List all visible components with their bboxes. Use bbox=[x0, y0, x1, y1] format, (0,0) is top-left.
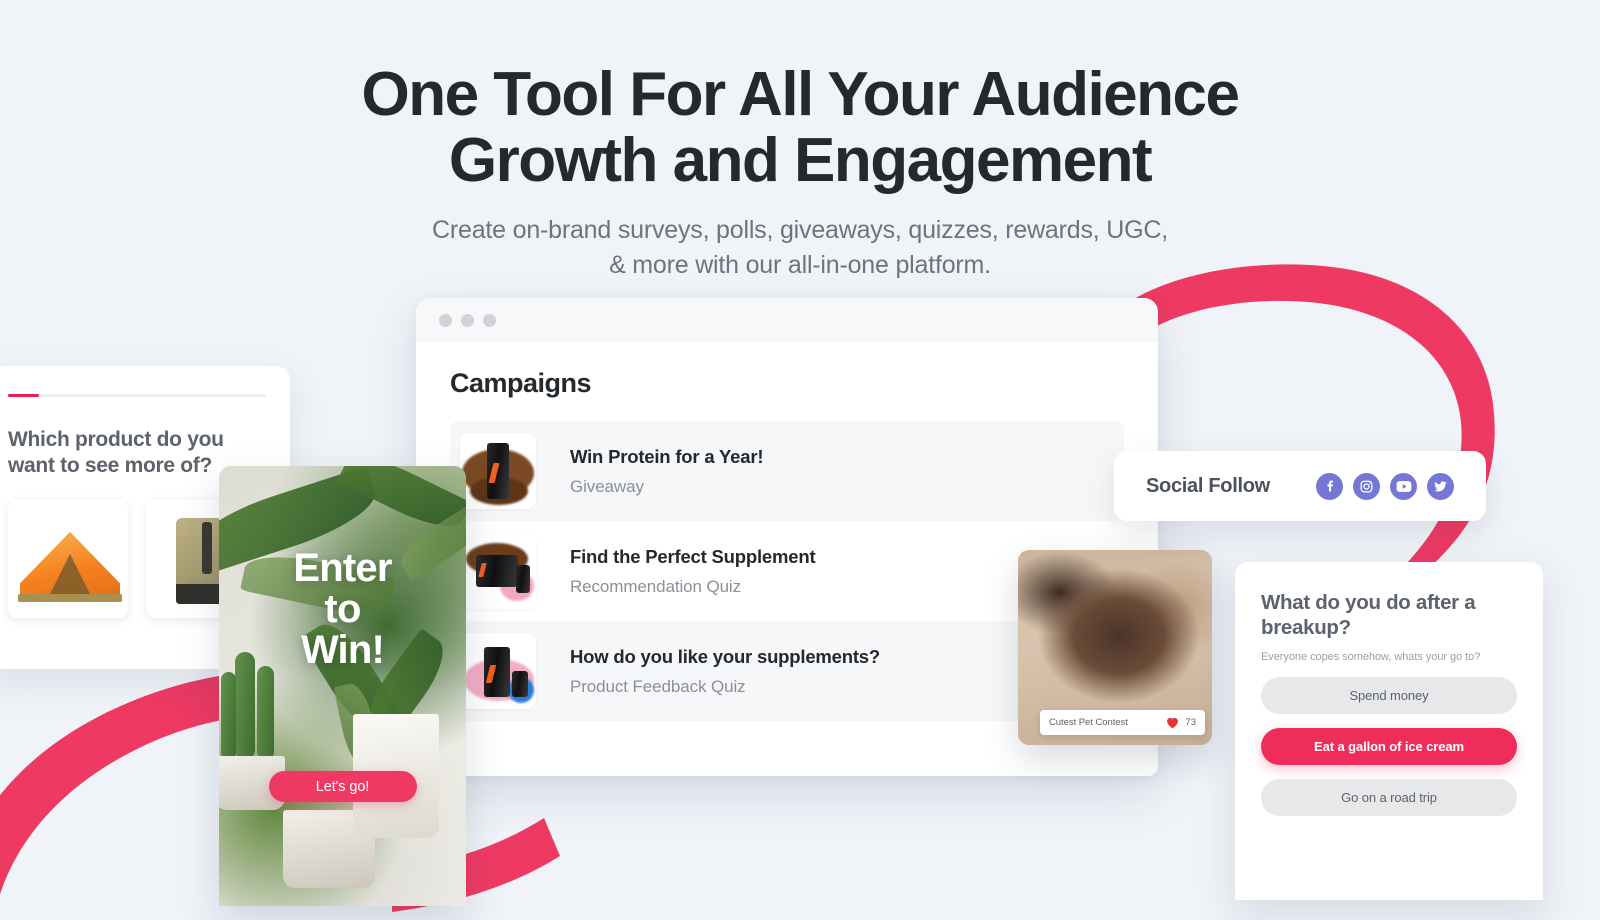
tent-base-icon bbox=[18, 593, 122, 602]
campaign-type: Product Feedback Quiz bbox=[570, 676, 746, 696]
campaign-thumbnail-ammo-pack bbox=[460, 533, 536, 609]
heart-icon bbox=[1167, 717, 1179, 728]
social-follow-card: Social Follow bbox=[1114, 451, 1486, 521]
lets-go-button[interactable]: Let's go! bbox=[268, 771, 417, 802]
breakup-quiz-option-3[interactable]: Go on a road trip bbox=[1261, 779, 1517, 816]
campaign-type: Giveaway bbox=[570, 476, 644, 496]
poll-progress-bar bbox=[8, 394, 266, 397]
instagram-icon[interactable] bbox=[1353, 472, 1380, 500]
giveaway-headline-line-2: to bbox=[324, 586, 361, 631]
pet-contest-likes[interactable]: 73 bbox=[1166, 717, 1196, 729]
browser-title-bar bbox=[416, 298, 1158, 342]
page-subtitle: Create on-brand surveys, polls, giveaway… bbox=[0, 213, 1600, 282]
giveaway-headline: Enter to Win! bbox=[219, 548, 466, 670]
campaign-name: How do you like your supplements? bbox=[570, 645, 880, 667]
subhead-line-2: & more with our all-in-one platform. bbox=[609, 250, 991, 279]
campaign-row-1[interactable]: Win Protein for a Year! Giveaway bbox=[450, 421, 1124, 521]
social-follow-title: Social Follow bbox=[1146, 474, 1270, 497]
campaign-text-2: Find the Perfect Supplement Recommendati… bbox=[570, 545, 816, 597]
headline-line-2: Growth and Engagement bbox=[448, 125, 1153, 195]
campaign-thumbnail-protein-tub bbox=[460, 433, 536, 509]
breakup-quiz-option-2[interactable]: Eat a gallon of ice cream bbox=[1261, 728, 1517, 765]
campaign-text-3: How do you like your supplements? Produc… bbox=[570, 646, 880, 697]
backpack-strap-icon bbox=[202, 521, 212, 574]
campaigns-heading: Campaigns bbox=[450, 368, 592, 398]
breakup-quiz-subtitle: Everyone copes somehow, whats your go to… bbox=[1261, 651, 1481, 663]
page-title: One Tool For All Your Audience Growth an… bbox=[0, 62, 1600, 193]
social-icon-list bbox=[1316, 472, 1454, 500]
campaign-type: Recommendation Quiz bbox=[570, 576, 742, 596]
twitter-icon[interactable] bbox=[1427, 472, 1454, 500]
subhead-line-1: Create on-brand surveys, polls, giveaway… bbox=[432, 216, 1168, 245]
breakup-quiz-question: What do you do after a breakup? bbox=[1261, 591, 1476, 639]
facebook-icon[interactable] bbox=[1316, 472, 1343, 500]
breakup-quiz-card: What do you do after a breakup? Everyone… bbox=[1235, 562, 1543, 900]
window-close-dot-icon[interactable] bbox=[439, 313, 452, 327]
pet-contest-card[interactable]: Cutest Pet Contest 73 bbox=[1018, 550, 1212, 745]
hero-section: One Tool For All Your Audience Growth an… bbox=[0, 62, 1600, 282]
giveaway-headline-line-1: Enter bbox=[293, 546, 392, 590]
campaign-text-1: Win Protein for a Year! Giveaway bbox=[570, 445, 764, 497]
cactus-icon bbox=[257, 666, 274, 760]
pet-contest-like-count: 73 bbox=[1185, 717, 1196, 728]
poll-option-tent[interactable] bbox=[8, 499, 128, 618]
pet-contest-label: Cutest Pet Contest bbox=[1049, 717, 1128, 728]
giveaway-card[interactable]: Enter to Win! Let's go! bbox=[219, 466, 466, 906]
breakup-quiz-option-1[interactable]: Spend money bbox=[1261, 677, 1517, 714]
campaign-thumbnail-berry-splash bbox=[460, 633, 536, 709]
pet-contest-caption-bar: Cutest Pet Contest 73 bbox=[1040, 710, 1205, 735]
poll-progress-fill bbox=[8, 394, 39, 397]
giveaway-headline-line-3: Win! bbox=[300, 627, 385, 672]
campaign-name: Win Protein for a Year! bbox=[570, 445, 764, 467]
headline-line-1: One Tool For All Your Audience bbox=[361, 60, 1240, 129]
window-minimize-dot-icon[interactable] bbox=[461, 313, 474, 327]
window-maximize-dot-icon[interactable] bbox=[483, 313, 496, 327]
cactus-icon bbox=[221, 672, 236, 760]
campaign-name: Find the Perfect Supplement bbox=[570, 545, 816, 567]
youtube-icon[interactable] bbox=[1390, 472, 1417, 500]
